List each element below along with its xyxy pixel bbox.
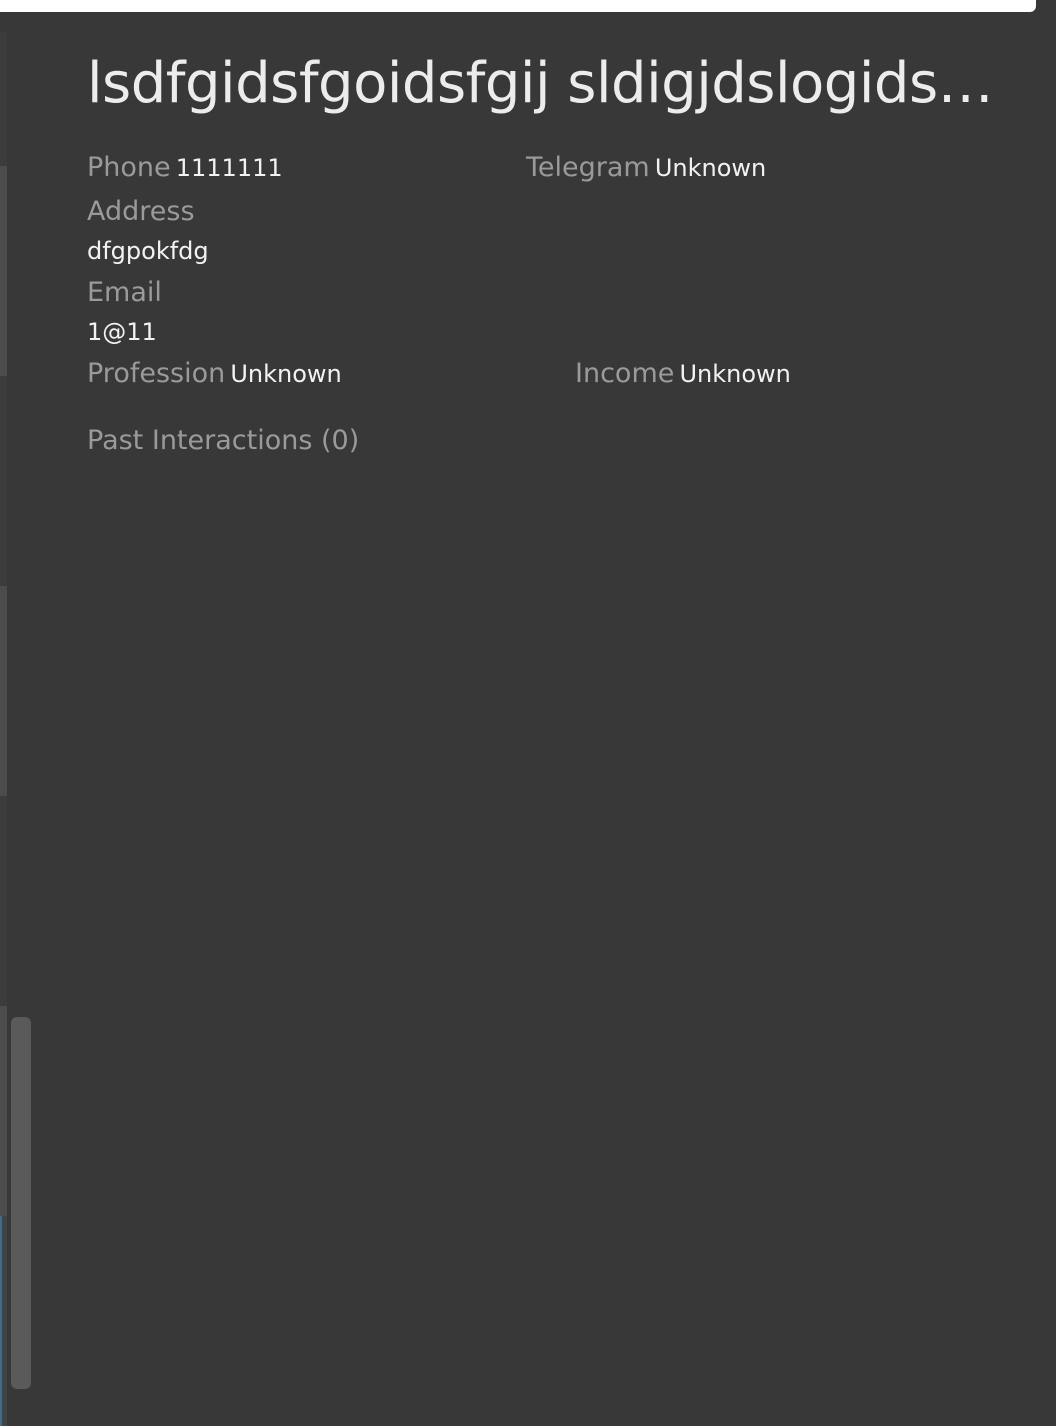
profession-row: Profession Unknown: [87, 358, 342, 389]
scrollbar-thumb[interactable]: [11, 1017, 31, 1389]
contact-list-item[interactable]: [0, 586, 7, 796]
phone-label: Phone: [87, 152, 171, 183]
email-label: Email: [87, 277, 162, 308]
contact-list-item[interactable]: [0, 1006, 7, 1216]
email-value: 1@11: [87, 318, 157, 346]
contact-name-title: lsdfgidsfgoidsfgij sldigjdslogidslfgjsdf…: [87, 51, 1007, 116]
telegram-value: Unknown: [654, 154, 767, 182]
email-value-row: 1@11: [87, 318, 157, 346]
contact-list-item[interactable]: [0, 166, 7, 376]
phone-row: Phone 1111111: [87, 152, 283, 183]
telegram-label: Telegram: [526, 152, 650, 183]
email-row: Email: [87, 277, 162, 308]
profession-label: Profession: [87, 358, 226, 389]
contact-list-item-selected[interactable]: [0, 1216, 7, 1426]
top-window-bar: [0, 0, 1036, 12]
income-row: Income Unknown: [575, 358, 791, 389]
address-value-row: dfgpokfdg: [87, 237, 209, 265]
telegram-row: Telegram Unknown: [526, 152, 766, 183]
address-value: dfgpokfdg: [87, 237, 209, 265]
income-value: Unknown: [679, 360, 791, 388]
past-interactions-label: Past Interactions (0): [87, 425, 360, 456]
phone-value: 1111111: [175, 154, 283, 182]
profession-value: Unknown: [230, 360, 342, 388]
address-row: Address: [87, 196, 195, 227]
past-interactions-row: Past Interactions (0): [87, 425, 359, 456]
contact-list-strip: [0, 32, 7, 1426]
address-label: Address: [87, 196, 195, 227]
income-label: Income: [575, 358, 675, 389]
